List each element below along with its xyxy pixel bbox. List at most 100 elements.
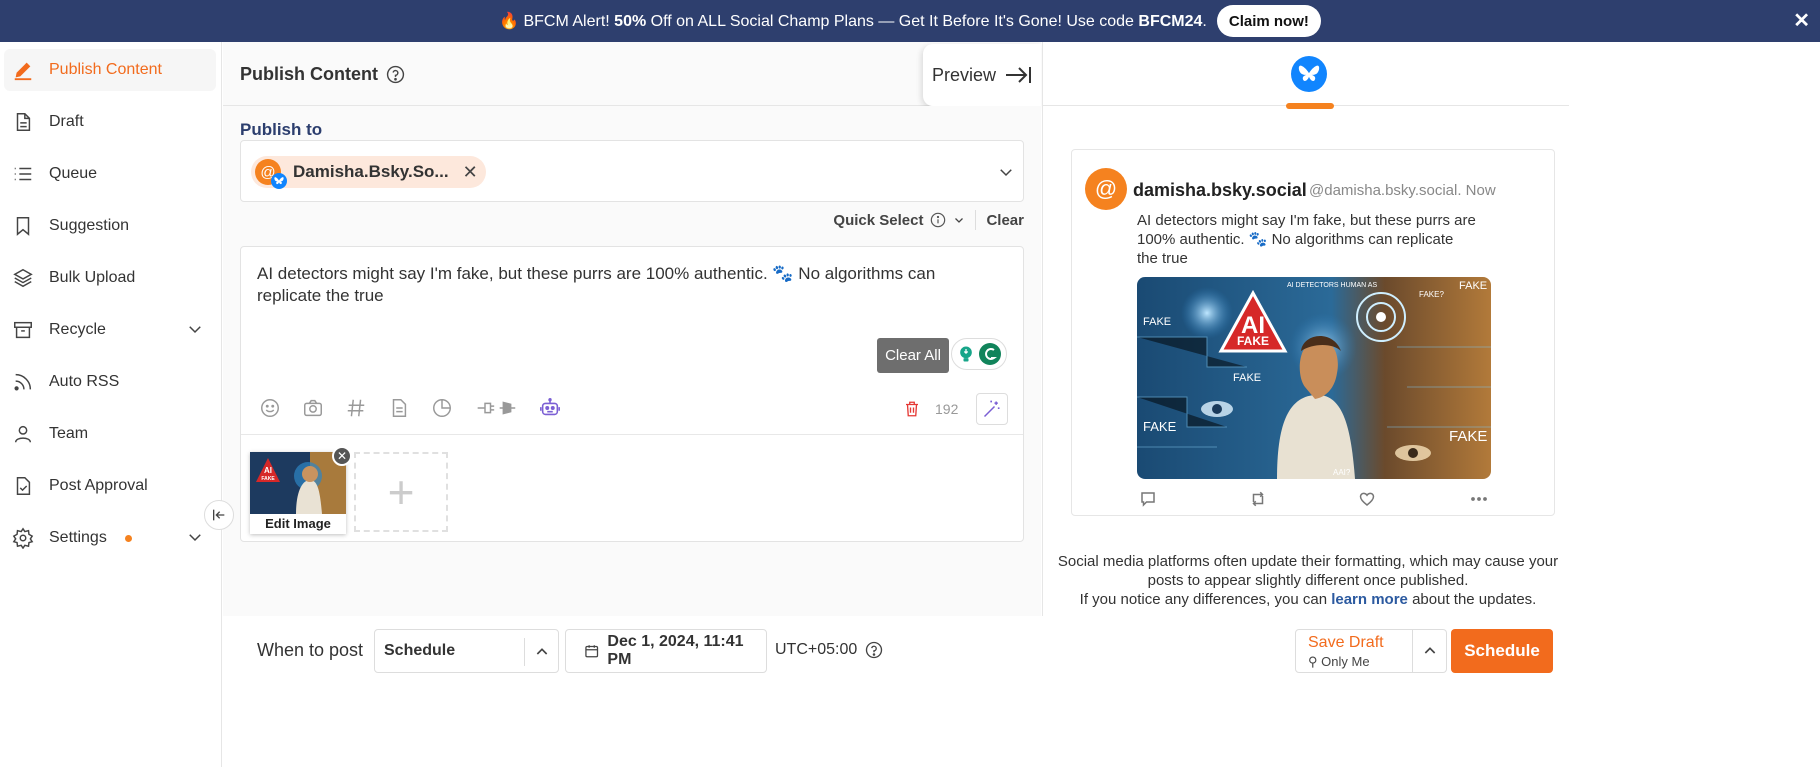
- rss-icon: [14, 373, 32, 391]
- grammarly-icon: [979, 343, 1001, 365]
- promo-banner: 🔥 BFCM Alert! 50% Off on ALL Social Cham…: [0, 0, 1820, 42]
- post-preview-card: @ damisha.bsky.social @damisha.bsky.soci…: [1071, 149, 1555, 516]
- fire-icon: 🔥: [499, 13, 520, 30]
- pie-chart-icon[interactable]: [431, 397, 453, 419]
- archive-icon: [14, 321, 32, 339]
- sidebar-item-post-approval[interactable]: Post Approval: [4, 465, 216, 507]
- quick-select-button[interactable]: Quick Select: [833, 212, 965, 229]
- account-chip[interactable]: @ Damisha.Bsky.So... ✕: [251, 156, 486, 189]
- comment-icon: [1141, 492, 1155, 507]
- sidebar-item-recycle[interactable]: Recycle: [4, 309, 216, 351]
- user-icon: [14, 425, 32, 443]
- save-draft-options-button[interactable]: [1413, 629, 1447, 673]
- svg-text:FAKE: FAKE: [1449, 428, 1487, 445]
- bookmark-icon: [16, 217, 30, 236]
- svg-text:FAKE: FAKE: [1237, 334, 1269, 348]
- ai-robot-icon[interactable]: [539, 397, 561, 419]
- sidebar-item-team[interactable]: Team: [4, 413, 216, 455]
- collapse-left-icon: [213, 509, 225, 521]
- sidebar-item-draft[interactable]: Draft: [4, 101, 216, 143]
- pencil-icon: [14, 62, 32, 81]
- svg-text:FAKE: FAKE: [261, 476, 275, 482]
- schedule-button[interactable]: Schedule: [1451, 629, 1553, 673]
- save-draft-button[interactable]: Save Draft ⚲ Only Me: [1295, 629, 1413, 673]
- sidebar: Publish Content Draft Queue Suggestion B…: [0, 42, 222, 767]
- preview-handle: @damisha.bsky.social. Now: [1309, 182, 1496, 199]
- svg-text:AAI?: AAI?: [1333, 468, 1351, 477]
- svg-text:AI DETECTORS HUMAN AS: AI DETECTORS HUMAN AS: [1287, 282, 1377, 289]
- preview-image: AI FAKE AI DETECTORS HUMAN AS FAKE FAKE …: [1137, 277, 1491, 479]
- add-media-button[interactable]: +: [354, 452, 448, 532]
- chevron-up-icon: [1424, 647, 1435, 654]
- post-text-input[interactable]: AI detectors might say I'm fake, but the…: [257, 263, 997, 307]
- tab-bluesky[interactable]: [1291, 56, 1327, 92]
- sidebar-item-publish-content[interactable]: Publish Content: [4, 49, 216, 91]
- schedule-type-select[interactable]: Schedule: [374, 629, 559, 673]
- clear-accounts-button[interactable]: Clear: [986, 212, 1024, 229]
- claim-now-button[interactable]: Claim now!: [1216, 5, 1321, 37]
- divider: [241, 434, 1023, 435]
- formatting-note: Social media platforms often update thei…: [1057, 553, 1559, 608]
- page-title: Publish Content: [240, 64, 405, 85]
- sidebar-item-settings[interactable]: Settings: [4, 517, 216, 559]
- arrow-right-bar-icon: [1006, 67, 1032, 83]
- notification-dot: [124, 534, 132, 542]
- composer-panel: Publish to @ Damisha.Bsky.So... ✕ Quick …: [223, 106, 1041, 616]
- trash-icon[interactable]: [903, 399, 921, 419]
- bluesky-icon: [271, 173, 287, 189]
- sidebar-item-queue[interactable]: Queue: [4, 153, 216, 195]
- quick-select-row: Quick Select Clear: [833, 210, 1024, 230]
- remove-image-icon[interactable]: ✕: [332, 446, 352, 466]
- preview-post-text: AI detectors might say I'm fake, but the…: [1137, 212, 1476, 267]
- preview-toggle-button[interactable]: Preview: [923, 44, 1041, 106]
- attached-image: AI FAKE: [250, 452, 346, 514]
- more-icon: [1471, 497, 1487, 501]
- sidebar-item-bulk-upload[interactable]: Bulk Upload: [4, 257, 216, 299]
- plug-icon[interactable]: [474, 397, 518, 419]
- post-editor[interactable]: AI detectors might say I'm fake, but the…: [240, 246, 1024, 542]
- lightbulb-icon: [960, 346, 972, 362]
- network-tabs: [1043, 42, 1570, 109]
- sidebar-item-suggestion[interactable]: Suggestion: [4, 205, 216, 247]
- hashtag-icon[interactable]: [345, 397, 367, 419]
- schedule-bar: When to post Schedule Dec 1, 2024, 11:41…: [223, 616, 1820, 767]
- chevron-up-icon: [536, 648, 547, 655]
- preview-display-name: damisha.bsky.social: [1133, 180, 1307, 200]
- learn-more-link[interactable]: learn more: [1331, 591, 1408, 608]
- gear-icon: [12, 527, 34, 549]
- svg-text:FAKE: FAKE: [1143, 316, 1171, 328]
- svg-text:FAKE: FAKE: [1143, 419, 1177, 434]
- date-time-picker[interactable]: Dec 1, 2024, 11:41 PM: [565, 629, 767, 673]
- magic-wand-button[interactable]: [976, 393, 1008, 425]
- when-to-post-label: When to post: [257, 640, 364, 660]
- help-icon[interactable]: [865, 641, 883, 659]
- chevron-down-icon: [955, 218, 964, 223]
- svg-text:FAKE: FAKE: [1459, 280, 1487, 292]
- account-selector[interactable]: @ Damisha.Bsky.So... ✕: [240, 140, 1024, 202]
- media-thumbnail[interactable]: AI FAKE Edit Image ✕: [250, 446, 352, 534]
- document-icon: [16, 113, 31, 131]
- edit-image-label[interactable]: Edit Image: [250, 516, 346, 531]
- chevron-down-icon[interactable]: [997, 163, 1015, 181]
- remove-account-icon[interactable]: ✕: [463, 162, 478, 183]
- emoji-icon[interactable]: [259, 397, 281, 419]
- avatar: @: [255, 159, 287, 189]
- right-margin: [1569, 42, 1820, 616]
- magic-wand-icon: [983, 400, 1000, 418]
- avatar: @: [1085, 168, 1127, 210]
- close-banner-icon[interactable]: ✕: [1793, 8, 1810, 33]
- content-header: Publish Content: [223, 42, 1041, 106]
- clear-all-button[interactable]: Clear All: [877, 338, 949, 373]
- camera-icon[interactable]: [302, 397, 324, 419]
- grammar-assistant-button[interactable]: [951, 338, 1007, 370]
- document-icon[interactable]: [388, 397, 410, 419]
- active-tab-indicator: [1286, 103, 1334, 109]
- help-icon[interactable]: [386, 65, 405, 84]
- svg-text:AI: AI: [264, 466, 272, 475]
- svg-text:FAKE: FAKE: [1233, 372, 1261, 384]
- chevron-down-icon: [189, 534, 201, 542]
- sidebar-item-auto-rss[interactable]: Auto RSS: [4, 361, 216, 403]
- collapse-sidebar-button[interactable]: [204, 500, 234, 530]
- character-count: 192: [935, 401, 959, 417]
- heart-icon: [1360, 492, 1375, 506]
